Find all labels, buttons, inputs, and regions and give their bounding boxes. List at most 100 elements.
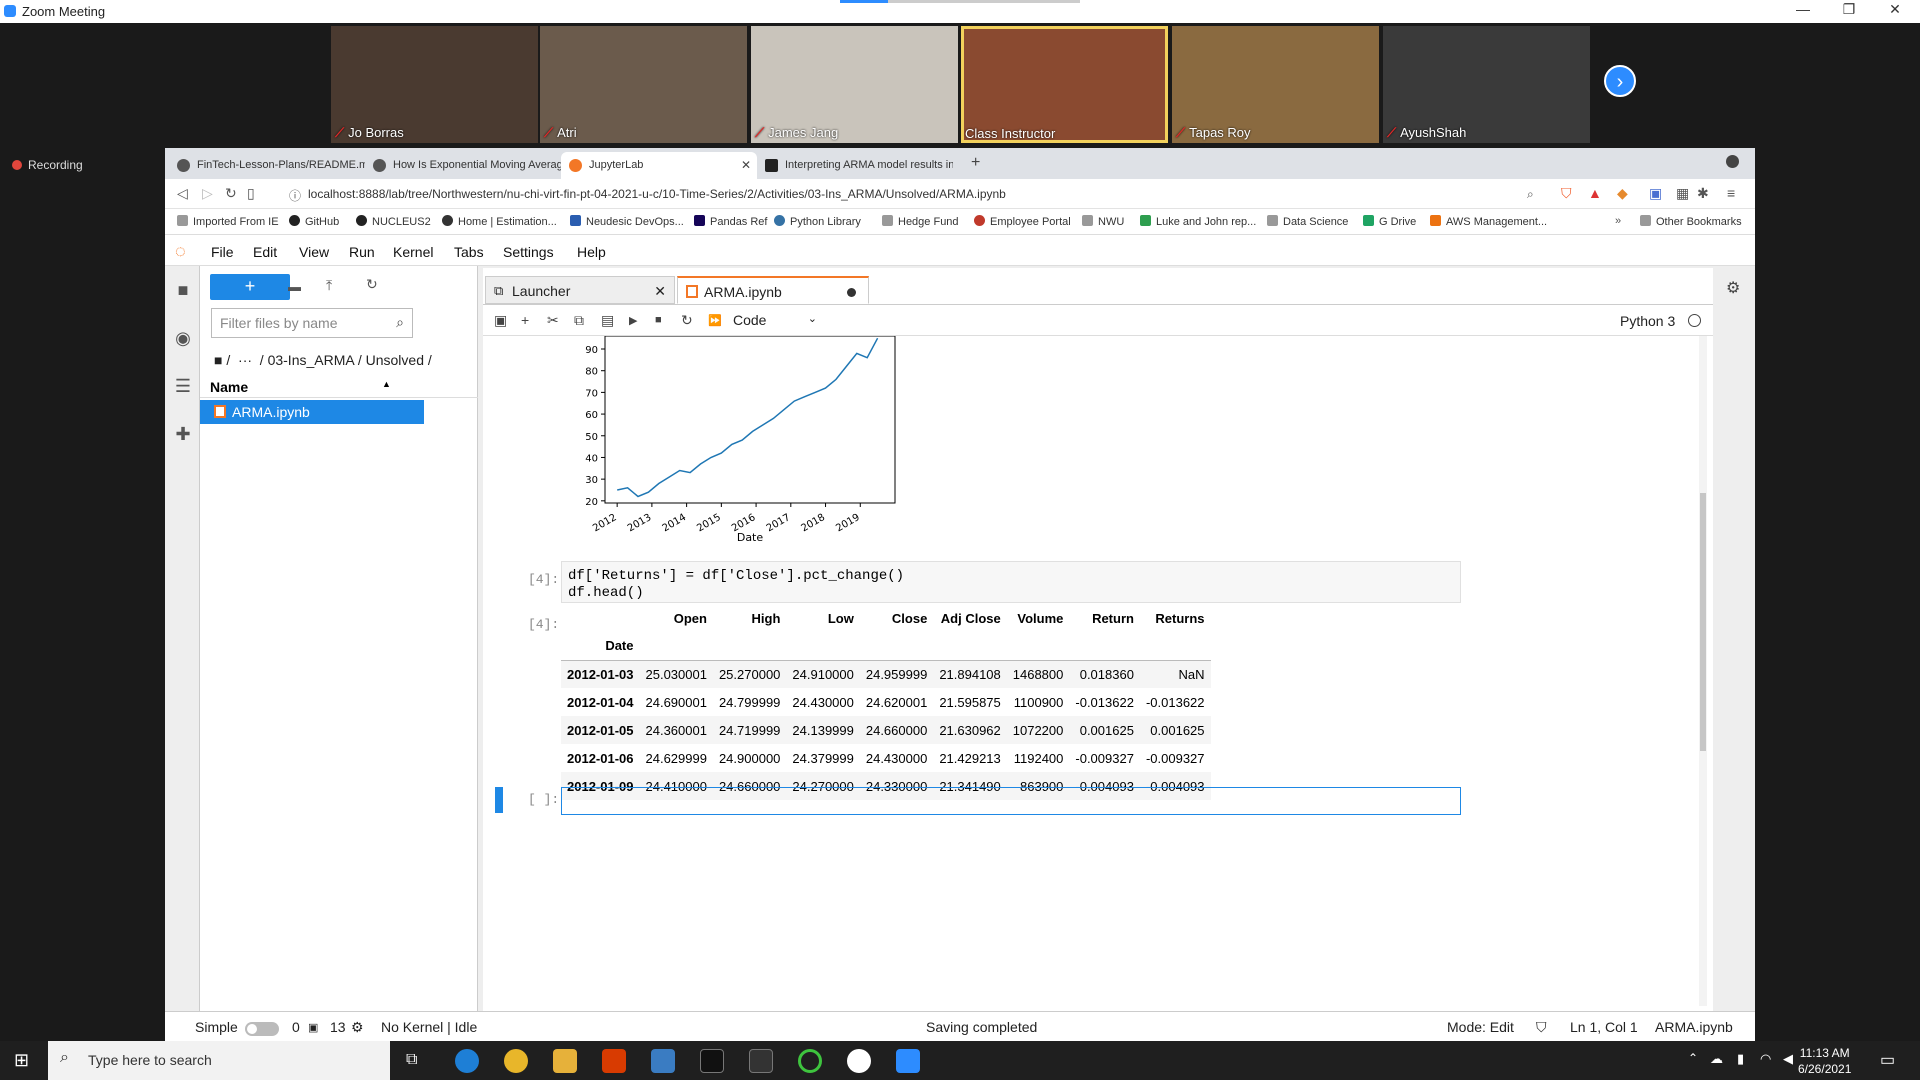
bookmark-item[interactable]: Employee Portal <box>974 215 1071 228</box>
edge-icon[interactable] <box>455 1049 479 1073</box>
browser-menu-icon[interactable] <box>1726 155 1739 168</box>
folder-icon[interactable]: ■ <box>173 280 193 300</box>
cursor-position[interactable]: Ln 1, Col 1 <box>1570 1019 1638 1035</box>
new-folder-icon[interactable]: ▬ <box>288 279 301 294</box>
terminal-icon[interactable] <box>700 1049 724 1073</box>
notifications-icon[interactable]: ▭ <box>1880 1050 1895 1070</box>
menu-view[interactable]: View <box>299 244 329 260</box>
copy-icon[interactable]: ⧉ <box>574 312 584 329</box>
scrollbar-track[interactable] <box>1699 336 1707 1006</box>
property-inspector-icon[interactable]: ⚙ <box>1726 278 1740 298</box>
restart-icon[interactable]: ↻ <box>681 312 693 329</box>
bookmark-item[interactable]: GitHub <box>289 215 339 228</box>
zoom-icon[interactable]: ⌕ <box>1527 187 1534 202</box>
insert-cell-icon[interactable]: + <box>521 312 529 328</box>
scrollbar-thumb[interactable] <box>1700 493 1706 751</box>
file-item-arma[interactable]: ARMA.ipynb <box>200 400 424 424</box>
menu-kernel[interactable]: Kernel <box>393 244 433 260</box>
name-column-header[interactable]: Name ▲ <box>200 374 478 398</box>
breadcrumb[interactable]: ■ / ··· / 03-Ins_ARMA / Unsolved / <box>214 352 432 368</box>
stop-icon[interactable]: ■ <box>655 314 662 326</box>
bookmark-item[interactable]: Hedge Fund <box>882 215 959 228</box>
browser-tab[interactable]: FinTech-Lesson-Plans/README.m <box>169 152 365 179</box>
bookmark-item[interactable]: Luke and John rep... <box>1140 215 1256 228</box>
video-tile-active-speaker[interactable]: Class Instructor <box>961 26 1168 143</box>
bookmark-item[interactable]: Imported From IE <box>177 215 279 228</box>
bookmark-item[interactable]: Pandas Ref <box>694 215 767 228</box>
bookmark-item[interactable]: Python Library <box>774 215 861 228</box>
file-explorer-icon[interactable] <box>553 1049 577 1073</box>
new-tab-icon[interactable]: + <box>971 154 980 172</box>
bookmark-item[interactable]: NUCLEUS2 <box>356 215 431 228</box>
slack-icon[interactable] <box>847 1049 871 1073</box>
bookmark-item[interactable]: Data Science <box>1267 215 1348 228</box>
app-icon[interactable] <box>749 1049 773 1073</box>
refresh-icon[interactable]: ↻ <box>366 276 378 293</box>
bookmark-item[interactable]: Neudesic DevOps... <box>570 215 684 228</box>
browser-tab[interactable]: Interpreting ARMA model results in <box>757 152 953 179</box>
browser-tab[interactable]: How Is Exponential Moving Average <box>365 152 561 179</box>
tray-chevron-icon[interactable]: ⌃ <box>1688 1051 1698 1065</box>
kernel-status[interactable]: No Kernel | Idle <box>381 1019 477 1035</box>
bookmark-item[interactable]: AWS Management... <box>1430 215 1547 228</box>
brave-shield-icon[interactable]: ⛉ <box>1561 185 1572 202</box>
brave-rewards-icon[interactable]: ▲ <box>1588 185 1602 201</box>
running-icon[interactable]: ◉ <box>173 328 193 348</box>
filter-files-input[interactable]: Filter files by name ⌕ <box>211 308 413 338</box>
save-icon[interactable]: ▣ <box>494 312 507 329</box>
menu-edit[interactable]: Edit <box>253 244 277 260</box>
more-bookmarks-icon[interactable]: » <box>1615 215 1621 227</box>
onedrive-icon[interactable]: ☁ <box>1710 1051 1723 1067</box>
video-tile[interactable]: ⟋ Jo Borras <box>331 26 538 143</box>
cell-type-select[interactable]: Code ⌄ <box>733 310 823 332</box>
kernel-count[interactable]: 13 <box>330 1019 346 1035</box>
translate-icon[interactable]: ▣ <box>1649 185 1662 202</box>
video-tile[interactable]: ⟋ Tapas Roy <box>1172 26 1379 143</box>
video-tile[interactable]: ⟋ James Jang <box>751 26 958 143</box>
run-all-icon[interactable]: ⏩ <box>708 314 722 327</box>
video-tile[interactable]: ⟋ Atri <box>540 26 747 143</box>
close-icon[interactable]: ✕ <box>1875 1 1915 18</box>
bookmark-icon[interactable]: ▯ <box>247 185 255 202</box>
metamask-icon[interactable]: ◆ <box>1617 185 1628 202</box>
next-page-icon[interactable]: › <box>1604 65 1636 97</box>
menu-help[interactable]: Help <box>577 244 606 260</box>
code-cell-input[interactable]: df['Returns'] = df['Close'].pct_change()… <box>561 561 1461 603</box>
volume-icon[interactable]: ◀ <box>1783 1051 1793 1067</box>
system-clock[interactable]: 11:13 AM 6/26/2021 <box>1798 1045 1851 1077</box>
bookmark-item[interactable]: G Drive <box>1363 215 1416 228</box>
video-tile[interactable]: ⟋ AyushShah <box>1383 26 1590 143</box>
url-field[interactable]: localhost:8888/lab/tree/Northwestern/nu-… <box>308 187 1006 201</box>
close-tab-icon[interactable]: ✕ <box>741 158 751 172</box>
extensions-icon[interactable]: ✚ <box>173 424 193 444</box>
notebook-cells[interactable]: 20 30 40 50 60 70 80 90 2012 2013 2014 2015 2016 2017… <box>483 336 1713 1009</box>
paste-icon[interactable]: ▤ <box>601 312 614 329</box>
menu-file[interactable]: File <box>211 244 234 260</box>
menu-run[interactable]: Run <box>349 244 375 260</box>
app-icon[interactable] <box>798 1049 822 1073</box>
menu-icon[interactable]: ≡ <box>1727 185 1735 201</box>
browser-tab-active[interactable]: JupyterLab ✕ <box>561 152 757 179</box>
minimize-icon[interactable]: — <box>1783 1 1823 17</box>
simple-mode-toggle[interactable] <box>245 1022 279 1036</box>
terminal-count[interactable]: 0 <box>292 1019 300 1035</box>
close-tab-icon[interactable]: ✕ <box>654 283 666 300</box>
battery-icon[interactable]: ▮ <box>1737 1051 1744 1067</box>
site-info-icon[interactable]: ⓘ <box>289 187 301 204</box>
office-icon[interactable] <box>602 1049 626 1073</box>
menu-tabs[interactable]: Tabs <box>454 244 484 260</box>
windows-start-icon[interactable]: ⊞ <box>14 1050 29 1071</box>
zoom-taskbar-icon[interactable] <box>896 1049 920 1073</box>
reload-icon[interactable]: ↻ <box>225 185 237 202</box>
cut-icon[interactable]: ✂ <box>547 312 559 329</box>
back-icon[interactable]: ◁ <box>177 185 188 202</box>
task-view-icon[interactable]: ⧉ <box>406 1051 417 1069</box>
new-launcher-button[interactable]: + <box>210 274 290 300</box>
puzzle-icon[interactable]: ✱ <box>1697 185 1709 202</box>
tab-launcher[interactable]: ⧉ Launcher ✕ <box>485 276 675 304</box>
bookmark-item[interactable]: Home | Estimation... <box>442 215 557 228</box>
kernel-name[interactable]: Python 3 <box>1620 313 1675 329</box>
bookmark-item[interactable]: NWU <box>1082 215 1124 228</box>
run-icon[interactable]: ▶ <box>629 314 637 327</box>
upload-icon[interactable]: ⤒ <box>326 277 332 294</box>
